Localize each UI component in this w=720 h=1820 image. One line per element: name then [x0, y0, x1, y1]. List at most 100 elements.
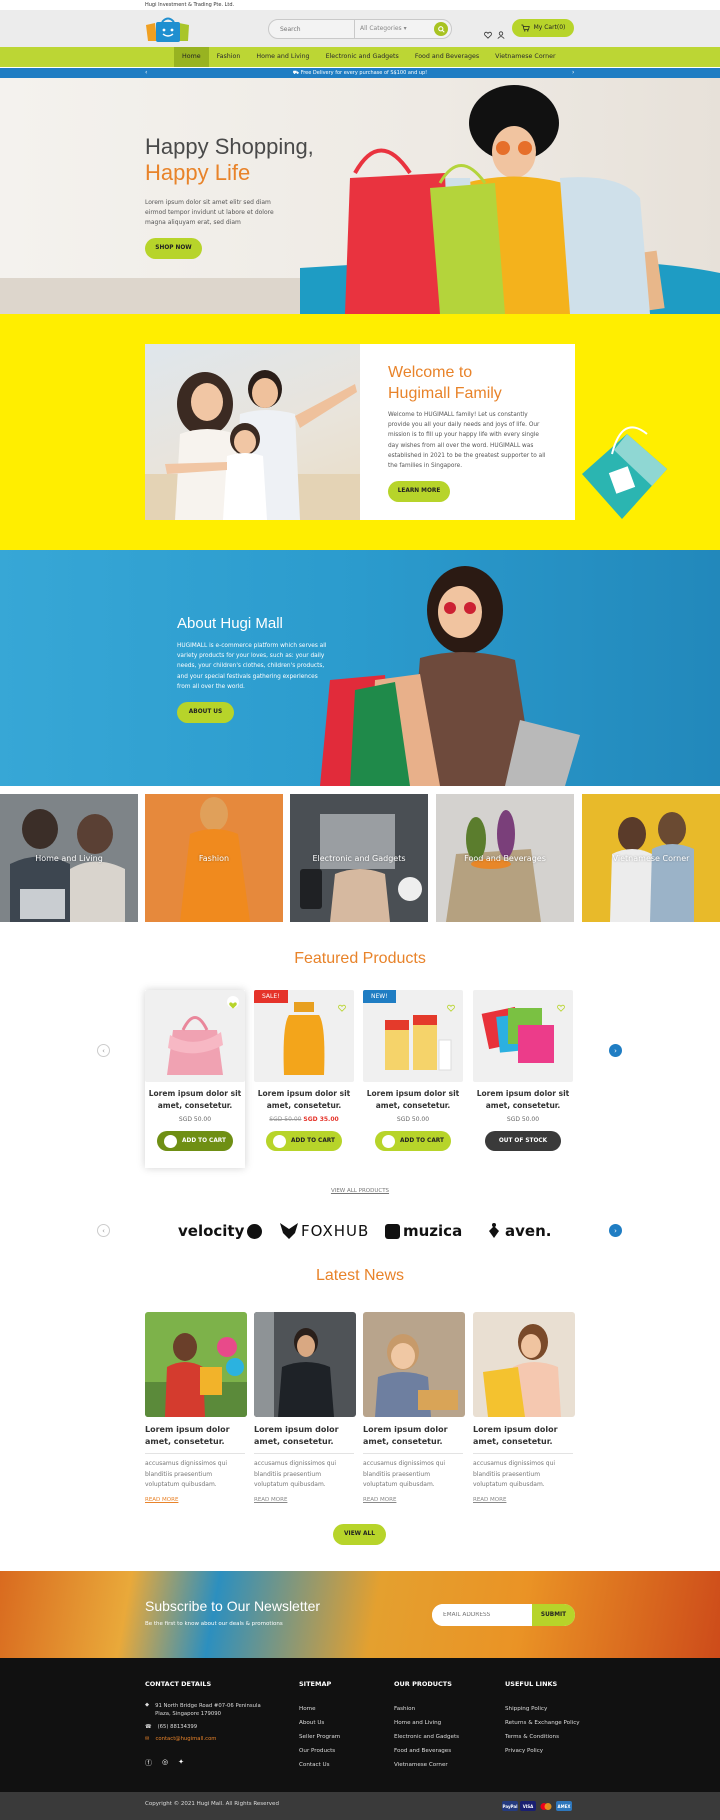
footer-link[interactable]: Electronic and Gadgets: [394, 1730, 459, 1744]
nav-item-home[interactable]: Home: [174, 47, 209, 67]
add-to-cart-button[interactable]: ADD TO CART: [375, 1131, 451, 1151]
promo-prev-icon[interactable]: ‹: [145, 68, 147, 78]
promo-next-icon[interactable]: ›: [572, 68, 574, 78]
newsletter-subtitle: Be the first to know about our deals & p…: [145, 1621, 283, 1627]
product-image: [145, 990, 245, 1082]
category-select-label: All Categories: [360, 25, 402, 32]
nav-item-fashion[interactable]: Fashion: [209, 47, 249, 67]
product-card[interactable]: SALE! Lorem ipsum dolor sit amet, conset…: [254, 990, 354, 1168]
product-name[interactable]: Lorem ipsum dolor sit amet, consetetur.: [473, 1088, 573, 1112]
product-name[interactable]: Lorem ipsum dolor sit amet, consetetur.: [254, 1088, 354, 1112]
search-button[interactable]: [434, 22, 448, 36]
wishlist-icon[interactable]: [227, 996, 239, 1009]
brand-logo-foxhub[interactable]: FOXHUB: [280, 1222, 369, 1240]
submit-button[interactable]: SUBMIT: [532, 1604, 575, 1626]
nav-item-vietnamese[interactable]: Vietnamese Corner: [487, 47, 563, 67]
product-name[interactable]: Lorem ipsum dolor sit amet, consetetur.: [363, 1088, 463, 1112]
wishlist-icon[interactable]: [447, 997, 455, 1012]
category-fashion[interactable]: Fashion: [145, 794, 283, 922]
category-vietnamese[interactable]: Vietnamese Corner: [582, 794, 720, 922]
footer-link[interactable]: Vietnamese Corner: [394, 1758, 459, 1772]
category-electronics[interactable]: Electronic and Gadgets: [290, 794, 428, 922]
add-to-cart-button[interactable]: ADD TO CART: [266, 1131, 342, 1151]
cart-button[interactable]: My Cart(0): [512, 19, 574, 37]
news-card[interactable]: Lorem ipsum dolor amet, consetetur. accu…: [254, 1312, 356, 1503]
wishlist-icon[interactable]: [338, 997, 346, 1012]
brands-next-icon[interactable]: ›: [609, 1224, 622, 1237]
nav-item-home-living[interactable]: Home and Living: [248, 47, 317, 67]
footer-link[interactable]: Our Products: [299, 1744, 340, 1758]
news-card[interactable]: Lorem ipsum dolor amet, consetetur. accu…: [363, 1312, 465, 1503]
product-card[interactable]: Lorem ipsum dolor sit amet, consetetur. …: [145, 990, 245, 1168]
about-us-button[interactable]: ABOUT US: [177, 702, 234, 723]
email-input[interactable]: [432, 1604, 532, 1626]
read-more-link[interactable]: READ MORE: [363, 1497, 465, 1503]
news-title[interactable]: Lorem ipsum dolor amet, consetetur.: [473, 1424, 575, 1448]
category-food[interactable]: Food and Beverages: [436, 794, 574, 922]
featured-next-icon[interactable]: ›: [609, 1044, 622, 1057]
hero-title-1: Happy Shopping,: [145, 134, 314, 159]
product-name[interactable]: Lorem ipsum dolor sit amet, consetetur.: [145, 1088, 245, 1112]
category-label: Food and Beverages: [464, 853, 546, 863]
footer-link[interactable]: Home: [299, 1702, 340, 1716]
view-all-products-link[interactable]: VIEW ALL PRODUCTS: [0, 1188, 720, 1194]
learn-more-button[interactable]: LEARN MORE: [388, 481, 450, 502]
search-bar: All Categories ▾: [268, 19, 452, 39]
out-of-stock-button[interactable]: OUT OF STOCK: [485, 1131, 561, 1151]
view-all-news-button[interactable]: VIEW ALL: [333, 1524, 386, 1545]
useful-links-heading: USEFUL LINKS: [505, 1680, 558, 1688]
news-card[interactable]: Lorem ipsum dolor amet, consetetur. accu…: [145, 1312, 247, 1503]
footer-link[interactable]: Returns & Exchange Policy: [505, 1716, 580, 1730]
nav-item-electronics[interactable]: Electronic and Gadgets: [318, 47, 407, 67]
product-image: NEW!: [363, 990, 463, 1082]
family-photo: [145, 344, 360, 520]
footer-link[interactable]: Terms & Conditions: [505, 1730, 580, 1744]
footer-link[interactable]: Seller Program: [299, 1730, 340, 1744]
read-more-link[interactable]: READ MORE: [254, 1497, 356, 1503]
read-more-link[interactable]: READ MORE: [145, 1497, 247, 1503]
read-more-link[interactable]: READ MORE: [473, 1497, 575, 1503]
footer: [0, 1658, 720, 1792]
footer-link[interactable]: About Us: [299, 1716, 340, 1730]
product-card[interactable]: Lorem ipsum dolor sit amet, consetetur. …: [473, 990, 573, 1168]
featured-prev-icon[interactable]: ‹: [97, 1044, 110, 1057]
footer-link[interactable]: Food and Beverages: [394, 1744, 459, 1758]
news-title[interactable]: Lorem ipsum dolor amet, consetetur.: [145, 1424, 247, 1448]
instagram-icon[interactable]: ◎: [162, 1758, 168, 1768]
hero-title-2: Happy Life: [145, 160, 251, 185]
address-text: 91 North Bridge Road #07-06 Peninsula Pl…: [155, 1703, 261, 1717]
brand-logo-aven[interactable]: aven.: [486, 1222, 551, 1240]
brand-logo-muzica[interactable]: muzica: [385, 1222, 462, 1240]
news-title: Latest News: [315, 1267, 405, 1284]
news-text: accusamus dignissimos qui blanditiis pra…: [254, 1460, 337, 1488]
brands-prev-icon[interactable]: ‹: [97, 1224, 110, 1237]
footer-link[interactable]: Shipping Policy: [505, 1702, 580, 1716]
nav-item-food[interactable]: Food and Beverages: [407, 47, 487, 67]
facebook-icon[interactable]: ⓕ: [145, 1758, 152, 1768]
wishlist-icon[interactable]: [557, 997, 565, 1012]
add-to-cart-button[interactable]: ADD TO CART: [157, 1131, 233, 1151]
footer-link[interactable]: Fashion: [394, 1702, 459, 1716]
category-label: Vietnamese Corner: [612, 853, 690, 863]
product-card[interactable]: NEW! Lorem ipsum dolor sit amet, consete…: [363, 990, 463, 1168]
newsletter-section: [0, 1571, 720, 1658]
add-to-cart-label: ADD TO CART: [400, 1138, 444, 1144]
logo[interactable]: [145, 17, 191, 42]
footer-link[interactable]: Contact Us: [299, 1758, 340, 1772]
news-title[interactable]: Lorem ipsum dolor amet, consetetur.: [363, 1424, 465, 1448]
footer-link[interactable]: Privacy Policy: [505, 1744, 580, 1758]
category-home-living[interactable]: Home and Living: [0, 794, 138, 922]
products-list: Fashion Home and Living Electronic and G…: [394, 1702, 459, 1772]
news-card[interactable]: Lorem ipsum dolor amet, consetetur. accu…: [473, 1312, 575, 1503]
email-link[interactable]: contact@hugimall.com: [155, 1736, 216, 1742]
cart-icon: [164, 1134, 178, 1148]
user-icon[interactable]: [497, 24, 507, 39]
footer-link[interactable]: Home and Living: [394, 1716, 459, 1730]
twitter-icon[interactable]: ✦: [178, 1758, 184, 1768]
brand-logo-velocity[interactable]: velocity: [178, 1222, 263, 1240]
category-select[interactable]: All Categories ▾: [354, 20, 432, 38]
shop-now-button[interactable]: SHOP NOW: [145, 238, 202, 259]
wishlist-icon[interactable]: [484, 24, 494, 39]
news-title[interactable]: Lorem ipsum dolor amet, consetetur.: [254, 1424, 356, 1448]
search-input[interactable]: [269, 20, 354, 38]
